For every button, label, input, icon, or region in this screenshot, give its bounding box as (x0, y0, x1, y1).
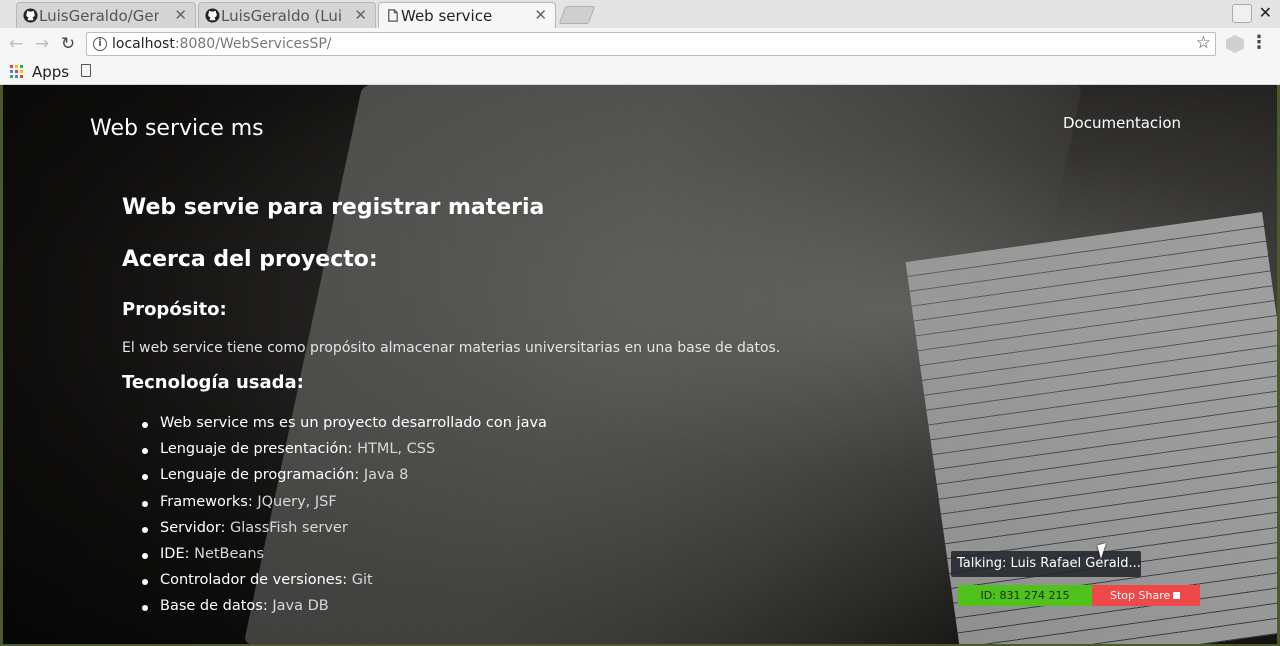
list-item: IDE: NetBeans (142, 546, 547, 572)
item-key: IDE: (160, 545, 190, 562)
screen: LuisGeraldo/Gen ✕ LuisGeraldo (Luis ✕ We… (0, 0, 1280, 646)
tab-web-service[interactable]: Web service ✕ (378, 2, 556, 28)
tab-github-2[interactable]: LuisGeraldo (Luis ✕ (198, 2, 376, 28)
bookmark-star-icon[interactable]: ☆ (1196, 33, 1211, 53)
nav-link-documentacion[interactable]: Documentacion (1063, 114, 1181, 132)
bookmarks-bar: Apps (0, 60, 1280, 85)
list-item: Frameworks: JQuery, JSF (142, 494, 547, 520)
url-text[interactable]: localhost:8080/WebServicesSP/ (112, 36, 332, 52)
tab-strip: LuisGeraldo/Gen ✕ LuisGeraldo (Luis ✕ We… (0, 0, 1280, 28)
page-icon (388, 9, 398, 22)
share-id-badge: ID: 831 274 215 (958, 585, 1092, 606)
tab-github-1[interactable]: LuisGeraldo/Gen ✕ (16, 2, 196, 28)
list-item: Web service ms es un proyecto desarrolla… (142, 415, 547, 441)
item-key: Base de datos: (160, 598, 268, 615)
item-value: Java 8 (359, 467, 409, 484)
talking-indicator: Talking: Luis Rafael Gerald... (951, 551, 1141, 577)
item-key: Lenguaje de programación: (160, 467, 360, 484)
stop-icon (1173, 592, 1180, 599)
url-host: localhost (112, 36, 175, 52)
item-value: HTML, CSS (352, 441, 436, 458)
window-close-icon[interactable]: ✕ (1259, 3, 1272, 22)
address-bar[interactable]: i localhost:8080/WebServicesSP/ ☆ (86, 32, 1216, 56)
item-value: JQuery, JSF (252, 493, 337, 510)
extension-icon[interactable] (1226, 35, 1244, 53)
item-key: Servidor: (160, 519, 226, 536)
url-path: :8080/WebServicesSP/ (174, 36, 332, 52)
list-item: Servidor: GlassFish server (142, 520, 547, 546)
item-value: NetBeans (189, 545, 265, 562)
bookmark-page-icon[interactable] (81, 64, 91, 77)
site-brand[interactable]: Web service ms (90, 116, 264, 141)
item-key: Lenguaje de presentación: (160, 441, 353, 458)
stop-share-label: Stop Share (1110, 589, 1171, 602)
list-item: Controlador de versiones: Git (142, 572, 547, 598)
item-value: GlassFish server (225, 519, 348, 536)
apps-grid-icon[interactable] (10, 65, 23, 78)
list-item: Base de datos: Java DB (142, 598, 547, 624)
list-item: Lenguaje de presentación: HTML, CSS (142, 441, 547, 467)
purpose-text: El web service tiene como propósito alma… (122, 340, 781, 356)
item-value: Java DB (267, 598, 329, 615)
page-title: Web servie para registrar materia (122, 195, 545, 220)
purpose-heading: Propósito: (122, 299, 227, 320)
stop-share-button[interactable]: Stop Share (1092, 585, 1200, 606)
browser-toolbar: ← → ↻ i localhost:8080/WebServicesSP/ ☆ … (0, 28, 1280, 60)
item-value: Git (347, 572, 373, 589)
reload-icon[interactable]: ↻ (58, 34, 78, 54)
item-key: Frameworks: (160, 493, 253, 510)
close-icon[interactable]: ✕ (354, 6, 367, 24)
back-arrow-icon[interactable]: ← (6, 34, 26, 54)
info-icon[interactable]: i (93, 37, 107, 51)
item-key: Controlador de versiones: (160, 572, 348, 589)
github-icon (23, 8, 38, 23)
menu-dots-icon[interactable]: ⋮ (1250, 32, 1268, 53)
tab-title: Web service (401, 6, 493, 25)
apps-bookmark[interactable]: Apps (32, 63, 69, 81)
about-heading: Acerca del proyecto: (122, 247, 378, 272)
tech-list: Web service ms es un proyecto desarrolla… (142, 415, 547, 625)
tab-title: LuisGeraldo/Gen (39, 6, 159, 25)
list-item: Lenguaje de programación: Java 8 (142, 467, 547, 493)
new-tab-button[interactable] (558, 6, 596, 24)
item-key: Web service ms es un proyecto desarrolla… (160, 415, 547, 431)
forward-arrow-icon[interactable]: → (32, 34, 52, 54)
profile-icon[interactable] (1232, 4, 1252, 23)
tech-heading: Tecnología usada: (122, 372, 304, 393)
github-icon (205, 8, 220, 23)
tab-title: LuisGeraldo (Luis (221, 6, 341, 25)
close-icon[interactable]: ✕ (534, 6, 547, 24)
close-icon[interactable]: ✕ (174, 6, 187, 24)
